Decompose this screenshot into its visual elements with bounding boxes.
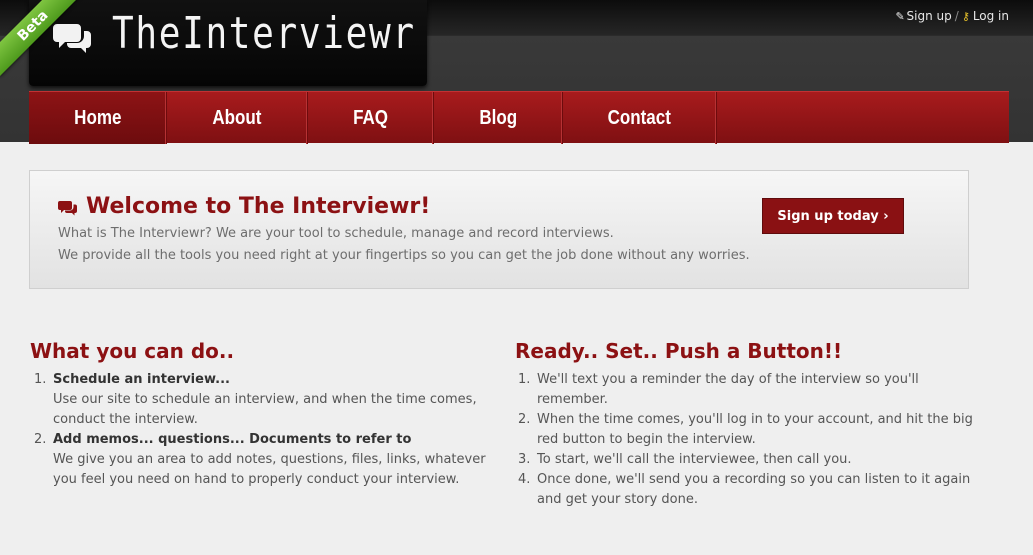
list-number: 1.: [518, 372, 531, 387]
login-link[interactable]: Log in: [973, 9, 1009, 23]
list-text: conduct the interview.: [53, 412, 198, 427]
nav-home-label: Home: [73, 106, 122, 129]
list-text: red button to begin the interview.: [537, 432, 756, 447]
nav-blog-label: Blog: [479, 106, 517, 129]
right-section-title: Ready.. Set.. Push a Button!!: [515, 339, 843, 363]
logo-text: TheInterviewr: [112, 8, 416, 59]
list-text: We'll text you a reminder the day of the…: [537, 372, 919, 387]
list-text: To start, we'll call the interviewee, th…: [537, 452, 852, 467]
list-number: 1.: [34, 372, 47, 387]
list-text: Use our site to schedule an interview, a…: [53, 392, 477, 407]
list-item: 4. Once done, we'll send you a recording…: [514, 470, 984, 510]
signup-link[interactable]: Sign up: [907, 9, 952, 23]
welcome-text-1: What is The Interviewr? We are your tool…: [58, 226, 614, 241]
auth-separator: /: [954, 9, 959, 23]
list-text: Once done, we'll send you a recording so…: [537, 472, 971, 487]
list-text: remember.: [537, 392, 608, 407]
left-list: 1. Schedule an interview... Use our site…: [30, 370, 490, 490]
list-number: 4.: [518, 472, 531, 487]
left-section-title: What you can do..: [30, 339, 235, 363]
beta-ribbon-wrap: Beta: [0, 0, 90, 90]
list-heading: Schedule an interview...: [53, 372, 230, 387]
list-item: 3. To start, we'll call the interviewee,…: [514, 450, 984, 470]
nav-about-label: About: [212, 106, 262, 129]
list-number: 2.: [518, 412, 531, 427]
list-item: 2. Add memos... questions... Documents t…: [30, 430, 490, 490]
nav-contact[interactable]: Contact: [563, 92, 717, 144]
list-text: When the time comes, you'll log in to yo…: [537, 412, 973, 427]
auth-links: ✎ Sign up / ⚷ Log in: [896, 9, 1009, 23]
list-item: 2. When the time comes, you'll log in to…: [514, 410, 984, 450]
nav-blog[interactable]: Blog: [434, 92, 563, 144]
right-list: 1. We'll text you a reminder the day of …: [514, 370, 984, 510]
welcome-title: Welcome to The Interviewr!: [86, 194, 431, 219]
pencil-icon: ✎: [895, 10, 905, 23]
list-number: 3.: [518, 452, 531, 467]
list-text: and get your story done.: [537, 492, 699, 507]
nav-faq[interactable]: FAQ: [308, 92, 434, 144]
nav-contact-label: Contact: [607, 106, 672, 129]
beta-ribbon: Beta: [0, 0, 84, 77]
list-text: you feel you need on hand to properly co…: [53, 472, 460, 487]
nav-home[interactable]: Home: [29, 92, 167, 144]
signup-today-button[interactable]: Sign up today ›: [762, 198, 904, 234]
welcome-text-2: We provide all the tools you need right …: [58, 248, 750, 263]
list-item: 1. We'll text you a reminder the day of …: [514, 370, 984, 410]
list-item: 1. Schedule an interview... Use our site…: [30, 370, 490, 430]
list-heading: Add memos... questions... Documents to r…: [53, 432, 412, 447]
list-number: 2.: [34, 432, 47, 447]
list-text: We give you an area to add notes, questi…: [53, 452, 486, 467]
main-nav: Home About FAQ Blog Contact: [29, 91, 1009, 144]
nav-faq-label: FAQ: [353, 106, 388, 129]
nav-about[interactable]: About: [167, 92, 308, 144]
key-icon: ⚷: [961, 10, 970, 23]
chat-bubbles-icon: [58, 201, 77, 216]
